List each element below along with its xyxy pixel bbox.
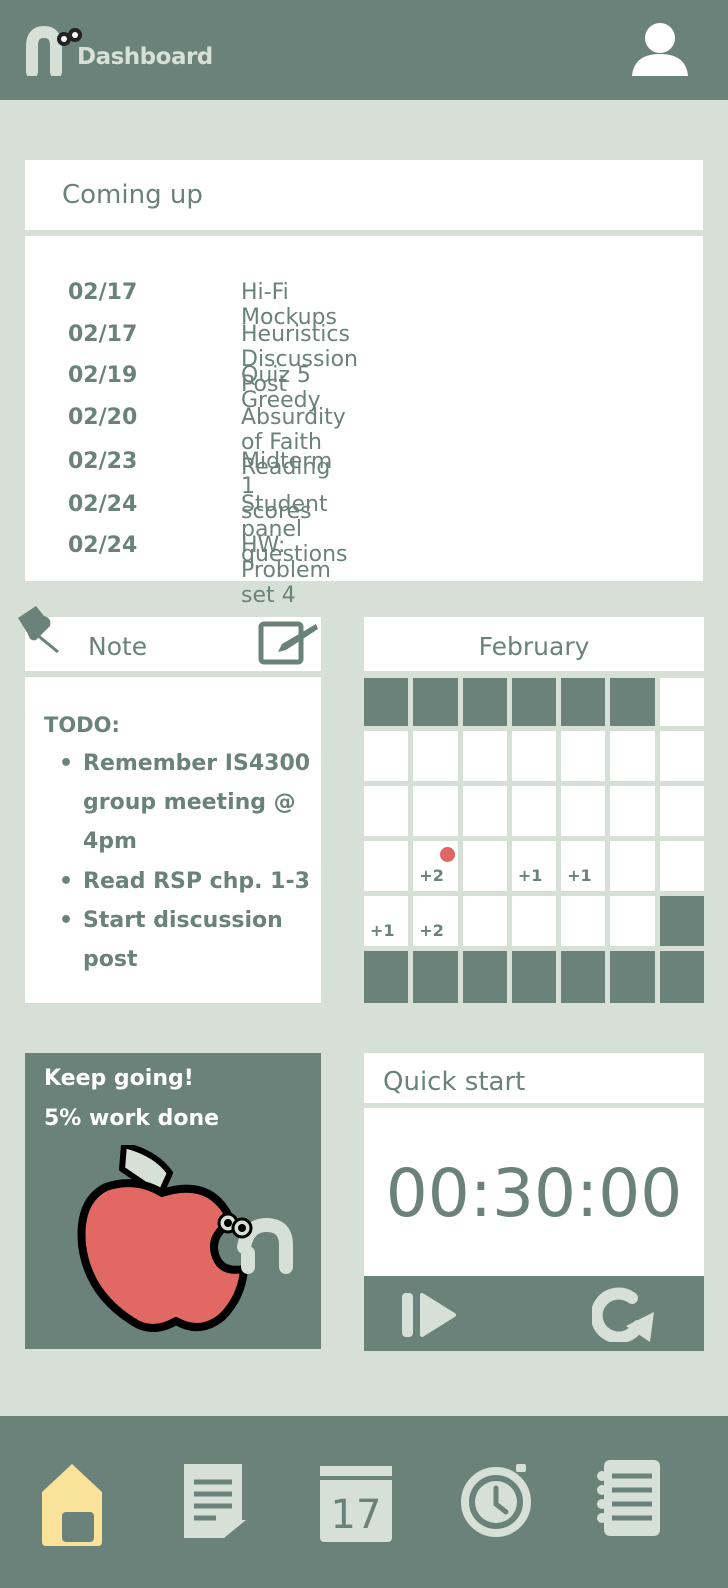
calendar-day-cell[interactable] xyxy=(413,951,458,1003)
item-date: 02/23 xyxy=(68,449,138,474)
calendar-day-cell[interactable] xyxy=(561,896,606,946)
calendar-day-cell[interactable] xyxy=(462,841,507,891)
calendar-day-cell[interactable]: +2 xyxy=(413,841,458,891)
calendar-day-cell[interactable]: +1 xyxy=(561,841,606,891)
calendar-day-cell[interactable] xyxy=(462,786,507,836)
progress-message: Keep going! xyxy=(44,1066,194,1091)
calendar-day-cell[interactable] xyxy=(561,951,606,1003)
item-title: HW: Problem set 4 xyxy=(241,533,331,608)
reset-icon[interactable] xyxy=(592,1286,658,1342)
item-date: 02/19 xyxy=(68,363,138,388)
calendar-day-cell[interactable] xyxy=(462,951,507,1003)
event-count-badge: +2 xyxy=(419,921,444,940)
calendar-icon[interactable]: 17 xyxy=(320,1466,392,1542)
todo-item: Remember IS4300 group meeting @ 4pm xyxy=(59,744,315,861)
calendar-day-cell[interactable]: +2 xyxy=(413,896,458,946)
notes-icon[interactable] xyxy=(180,1462,252,1546)
note-title: Note xyxy=(88,632,148,661)
event-count-badge: +1 xyxy=(567,866,592,885)
home-icon[interactable] xyxy=(40,1462,104,1548)
calendar-day-cell[interactable] xyxy=(511,786,557,836)
calendar-day-cell[interactable] xyxy=(610,951,655,1003)
quick-start-title: Quick start xyxy=(383,1067,526,1097)
calendar-day-cell[interactable] xyxy=(413,731,458,781)
calendar-day-cell[interactable] xyxy=(511,896,557,946)
calendar-day-cell[interactable] xyxy=(659,786,704,836)
calendar-day-cell[interactable] xyxy=(610,896,655,946)
event-count-badge: +1 xyxy=(370,921,395,940)
calendar-day-cell[interactable] xyxy=(511,731,557,781)
calendar-month: February xyxy=(478,632,590,661)
calendar-day-cell[interactable]: +1 xyxy=(364,896,409,946)
calendar-day-cell[interactable] xyxy=(462,896,507,946)
progress-percent: 5% work done xyxy=(44,1106,220,1131)
calendar-icon-day: 17 xyxy=(330,1492,382,1538)
event-count-badge: +1 xyxy=(517,866,543,885)
app-title: Dashboard xyxy=(77,44,213,70)
apple-worm-icon xyxy=(77,1145,293,1332)
calendar-day-cell[interactable] xyxy=(610,841,655,891)
calendar-day-cell[interactable] xyxy=(413,786,458,836)
calendar-day-cell[interactable] xyxy=(511,951,557,1003)
item-date: 02/24 xyxy=(68,492,138,517)
calendar-day-cell[interactable] xyxy=(659,731,704,781)
timer-display: 00:30:00 xyxy=(385,1155,683,1232)
calendar-day-cell[interactable] xyxy=(561,786,606,836)
item-date: 02/20 xyxy=(68,405,138,430)
item-date: 02/17 xyxy=(68,322,138,347)
item-date: 02/24 xyxy=(68,533,138,558)
event-count-badge: +2 xyxy=(419,866,444,885)
coming-up-title: Coming up xyxy=(62,180,203,210)
item-date: 02/17 xyxy=(68,280,138,305)
calendar-day-cell[interactable] xyxy=(364,951,409,1003)
calendar-day-cell[interactable] xyxy=(561,678,606,726)
play-icon[interactable] xyxy=(400,1289,458,1341)
calendar-day-cell[interactable] xyxy=(610,678,655,726)
list-icon[interactable] xyxy=(594,1458,664,1538)
todo-item: Start discussion post xyxy=(59,901,315,979)
edit-note-icon[interactable] xyxy=(258,620,320,668)
todo-item: Read RSP chp. 1-3 xyxy=(59,862,315,901)
calendar-day-cell[interactable]: +1 xyxy=(511,841,557,891)
calendar-day-cell[interactable] xyxy=(610,731,655,781)
calendar-day-cell[interactable] xyxy=(659,896,704,946)
user-avatar-icon[interactable] xyxy=(630,20,690,78)
calendar-day-cell[interactable] xyxy=(364,678,409,726)
todo-label: TODO: xyxy=(44,713,120,737)
calendar-day-cell[interactable] xyxy=(413,678,458,726)
today-dot-icon xyxy=(440,847,456,862)
pushpin-icon xyxy=(18,606,59,654)
calendar-day-cell[interactable] xyxy=(659,841,704,891)
calendar-day-cell[interactable] xyxy=(659,678,704,726)
calendar-day-cell[interactable] xyxy=(462,731,507,781)
calendar-day-cell[interactable] xyxy=(610,786,655,836)
calendar-day-cell[interactable] xyxy=(561,731,606,781)
calendar-day-cell[interactable] xyxy=(659,951,704,1003)
calendar-day-cell[interactable] xyxy=(364,731,409,781)
calendar-day-cell[interactable] xyxy=(364,786,409,836)
calendar-day-cell[interactable] xyxy=(462,678,507,726)
calendar-day-cell[interactable] xyxy=(364,841,409,891)
calendar-grid: +2 +1 +1 +1 +2 xyxy=(364,678,704,1004)
clock-icon[interactable] xyxy=(458,1460,534,1540)
calendar-day-cell[interactable] xyxy=(511,678,557,726)
